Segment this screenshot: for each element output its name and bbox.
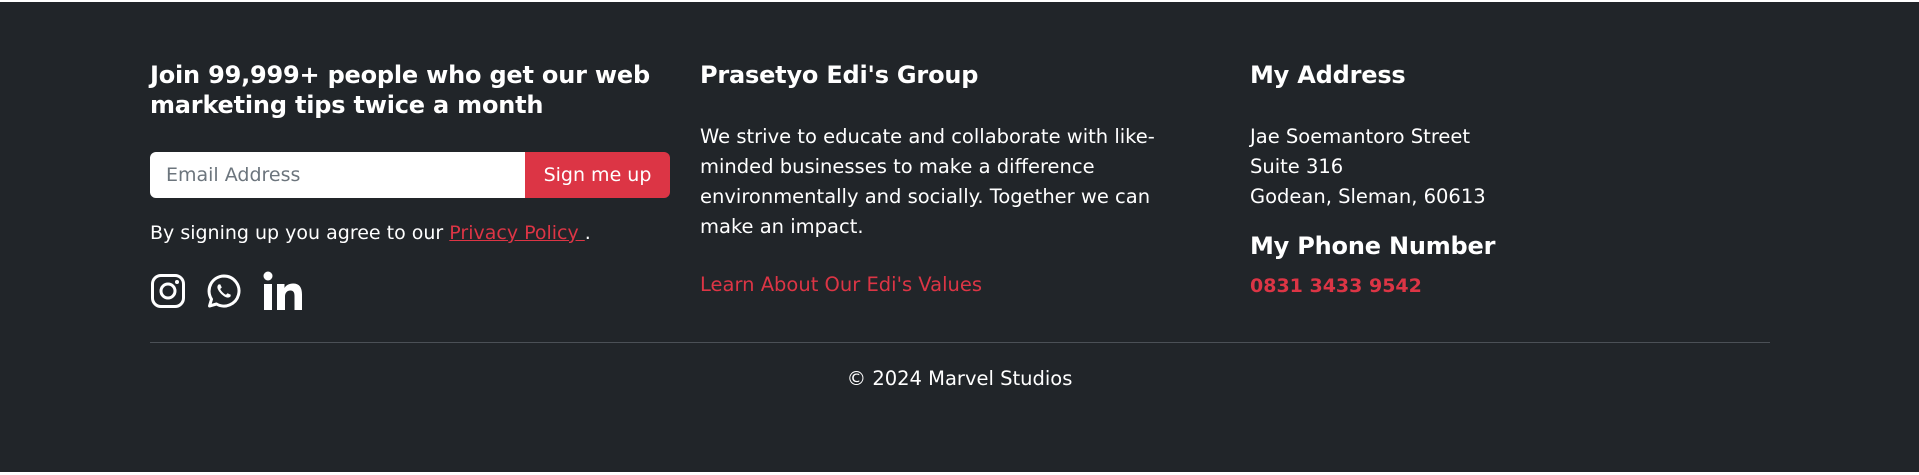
- social-links: [150, 270, 304, 312]
- values-link[interactable]: Learn About Our Edi's Values: [700, 273, 982, 296]
- contact-column: My Address Jae Soemantoro Street Suite 3…: [1250, 60, 1670, 297]
- about-heading: Prasetyo Edi's Group: [700, 61, 979, 89]
- sign-up-button[interactable]: Sign me up: [525, 152, 670, 198]
- address-line: Suite 316: [1250, 155, 1344, 178]
- footer-divider: [150, 342, 1770, 343]
- agreement-text: By signing up you agree to our: [150, 222, 450, 244]
- phone-number-link[interactable]: 0831 3433 9542: [1250, 275, 1422, 297]
- linkedin-icon[interactable]: [262, 270, 304, 312]
- instagram-icon[interactable]: [150, 273, 186, 309]
- newsletter-form: Sign me up: [150, 152, 670, 198]
- copyright: © 2024 Marvel Studios: [846, 367, 1073, 390]
- newsletter-column: Join 99,999+ people who get our web mark…: [150, 60, 670, 310]
- whatsapp-icon[interactable]: [206, 273, 242, 309]
- address-block: Jae Soemantoro Street Suite 316 Godean, …: [1250, 122, 1486, 212]
- about-description: We strive to educate and collaborate wit…: [700, 125, 1155, 238]
- address-line: Jae Soemantoro Street: [1250, 125, 1471, 148]
- email-input[interactable]: [150, 152, 525, 198]
- phone-heading: My Phone Number: [1250, 232, 1496, 260]
- site-footer: Join 99,999+ people who get our web mark…: [0, 2, 1919, 472]
- address-heading: My Address: [1250, 61, 1406, 89]
- newsletter-heading: Join 99,999+ people who get our web mark…: [150, 61, 650, 119]
- agreement-suffix: .: [584, 222, 591, 244]
- signup-agreement: By signing up you agree to our Privacy P…: [150, 220, 591, 246]
- about-column: Prasetyo Edi's Group We strive to educat…: [700, 60, 1180, 296]
- address-line: Godean, Sleman, 60613: [1250, 185, 1486, 208]
- privacy-policy-link[interactable]: Privacy Policy: [449, 222, 585, 244]
